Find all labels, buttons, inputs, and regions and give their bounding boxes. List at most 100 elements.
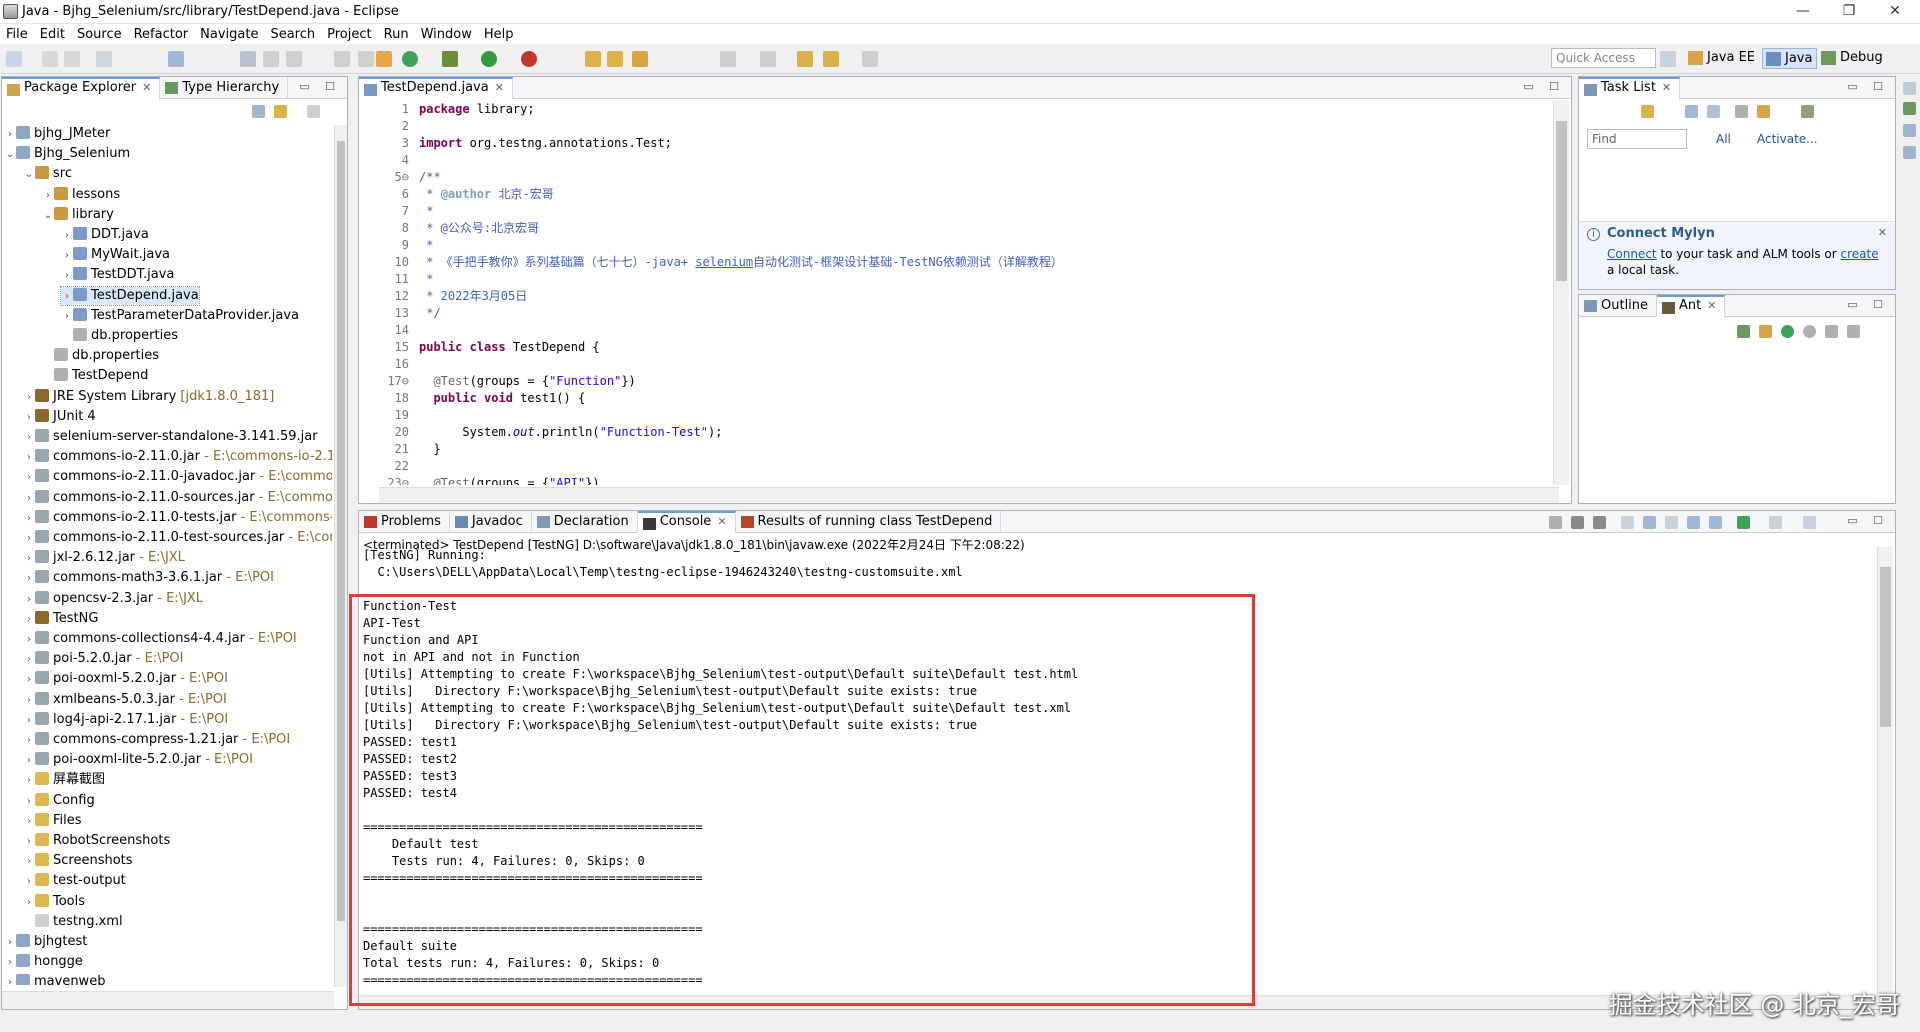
remove-all-icon[interactable] — [1847, 325, 1860, 338]
tab-testdepend-java[interactable]: TestDepend.java ✕ — [359, 77, 513, 99]
open-perspective-icon[interactable] — [1660, 51, 1676, 67]
tree-item[interactable]: › TestNG — [23, 610, 98, 628]
chevron-right-icon[interactable]: › — [23, 671, 35, 689]
pin-console-icon[interactable] — [1737, 516, 1750, 529]
chevron-right-icon[interactable]: › — [23, 530, 35, 548]
collapse-all-icon[interactable] — [252, 105, 265, 118]
step-icon[interactable] — [334, 51, 350, 67]
tree-item[interactable]: › TestDDT.java — [61, 266, 174, 284]
debug-icon[interactable] — [442, 51, 458, 67]
scheduled-icon[interactable] — [1707, 105, 1720, 118]
word-wrap-icon[interactable] — [1665, 516, 1678, 529]
tree-item[interactable]: › lessons — [42, 186, 120, 204]
back-icon[interactable] — [823, 51, 839, 67]
tree-item[interactable]: testng.xml — [23, 913, 123, 931]
view-min-max[interactable]: ▭ ☐ — [299, 80, 341, 93]
code-line[interactable]: * — [419, 203, 433, 220]
chevron-right-icon[interactable]: › — [23, 813, 35, 831]
chevron-right-icon[interactable]: › — [23, 873, 35, 891]
outline-min-max[interactable]: ▭ ☐ — [1847, 298, 1889, 311]
chevron-right-icon[interactable]: › — [23, 651, 35, 669]
hide-completed-icon[interactable] — [1735, 105, 1748, 118]
chevron-right-icon[interactable]: › — [23, 570, 35, 588]
tree-item[interactable]: › jxl-2.6.12.jar - E:\JXL — [23, 549, 185, 567]
chevron-right-icon[interactable]: › — [4, 934, 16, 952]
new-java-project-icon[interactable] — [376, 51, 392, 67]
code-line[interactable]: * — [419, 237, 433, 254]
run-icon[interactable] — [481, 51, 497, 67]
save-icon[interactable] — [42, 51, 58, 67]
perspective-java[interactable]: Java — [1762, 48, 1818, 69]
chevron-down-icon[interactable]: ⌄ — [4, 146, 16, 164]
link-with-editor-icon[interactable] — [274, 105, 287, 118]
tree-item[interactable]: › TestDepend.java — [60, 285, 200, 306]
close-icon[interactable]: ✕ — [1707, 299, 1716, 312]
save-all-icon[interactable] — [64, 51, 80, 67]
code-line[interactable]: @Test(groups = {"API"}) — [419, 475, 599, 485]
code-line[interactable]: public void test1() { — [419, 390, 585, 407]
step-over-icon[interactable] — [358, 51, 374, 67]
tree-item[interactable]: › JUnit 4 — [23, 408, 96, 426]
display-console-icon[interactable] — [1769, 516, 1782, 529]
last-edit-icon[interactable] — [797, 51, 813, 67]
tree-item[interactable]: › Tools — [23, 893, 85, 911]
code-editor[interactable]: 1 package library; 2 3 import org.testng.ann… — [379, 101, 1541, 485]
clear-console-icon[interactable] — [1621, 516, 1634, 529]
quick-access-input[interactable]: Quick Access — [1551, 48, 1656, 68]
coverage-icon[interactable] — [402, 51, 418, 67]
code-line[interactable]: @Test(groups = {"Function"}) — [419, 373, 635, 390]
tree-item[interactable]: TestDepend — [42, 367, 148, 385]
chevron-right-icon[interactable]: › — [23, 510, 35, 528]
chevron-right-icon[interactable]: › — [23, 712, 35, 730]
console-vertical-scrollbar[interactable] — [1877, 547, 1893, 993]
external-tools-icon[interactable] — [521, 51, 537, 67]
chevron-right-icon[interactable]: › — [23, 772, 35, 790]
code-line[interactable]: public class TestDepend { — [419, 339, 600, 356]
tab-results[interactable]: Results of running class TestDepend — [736, 511, 1002, 533]
menu-help[interactable]: Help — [478, 27, 520, 42]
tree-item[interactable]: ⌄ src — [23, 165, 72, 183]
menu-run[interactable]: Run — [378, 27, 415, 42]
chevron-right-icon[interactable]: › — [23, 469, 35, 487]
editor-horizontal-scrollbar[interactable] — [379, 487, 1559, 503]
new-icon[interactable] — [6, 51, 22, 67]
tree-vertical-scrollbar[interactable] — [334, 125, 347, 987]
tree-item[interactable]: › log4j-api-2.17.1.jar - E:\POI — [23, 711, 228, 729]
restore-icon[interactable] — [1903, 82, 1916, 95]
chevron-down-icon[interactable]: ⌄ — [23, 166, 35, 184]
chevron-right-icon[interactable]: › — [61, 247, 73, 265]
tree-item[interactable]: › bjhg_JMeter — [4, 125, 110, 143]
chevron-right-icon[interactable]: › — [23, 631, 35, 649]
chevron-right-icon[interactable]: › — [23, 692, 35, 710]
chevron-right-icon[interactable]: › — [61, 288, 73, 306]
code-line[interactable]: * 2022年3月05日 — [419, 288, 527, 305]
connect-link[interactable]: Connect — [1607, 247, 1657, 261]
chevron-right-icon[interactable]: › — [61, 308, 73, 326]
close-icon[interactable]: ✕ — [495, 81, 504, 94]
tab-console[interactable]: Console ✕ — [637, 511, 736, 533]
terminate-icon[interactable] — [1549, 516, 1562, 529]
chevron-right-icon[interactable]: › — [23, 853, 35, 871]
chevron-right-icon[interactable]: › — [61, 267, 73, 285]
tree-item[interactable]: › commons-io-2.11.0-test-sources.jar - E:… — [23, 529, 332, 547]
tree-item[interactable]: › commons-math3-3.6.1.jar - E:\POI — [23, 569, 274, 587]
tab-javadoc[interactable]: Javadoc — [450, 511, 532, 533]
menu-refactor[interactable]: Refactor — [128, 27, 195, 42]
menu-navigate[interactable]: Navigate — [194, 27, 264, 42]
chevron-right-icon[interactable]: › — [4, 954, 16, 972]
open-console-icon[interactable] — [1803, 516, 1816, 529]
remove-launch-icon[interactable] — [1571, 516, 1584, 529]
tree-item[interactable]: › commons-io-2.11.0-sources.jar - E:\comm… — [23, 489, 332, 507]
tree-item[interactable]: ⌄ Bjhg_Selenium — [4, 145, 130, 163]
tree-item[interactable]: › Config — [23, 792, 95, 810]
menu-project[interactable]: Project — [321, 27, 377, 42]
chevron-right-icon[interactable]: › — [23, 611, 35, 629]
tab-type-hierarchy[interactable]: Type Hierarchy — [160, 77, 289, 99]
chevron-right-icon[interactable]: › — [23, 591, 35, 609]
refresh-icon[interactable] — [1803, 325, 1816, 338]
menu-file[interactable]: File — [0, 27, 34, 42]
terminate-icon[interactable] — [263, 51, 279, 67]
tree-item[interactable]: › xmlbeans-5.0.3.jar - E:\POI — [23, 691, 227, 709]
scroll-lock-icon[interactable] — [1643, 516, 1656, 529]
open-type-icon[interactable] — [585, 51, 601, 67]
